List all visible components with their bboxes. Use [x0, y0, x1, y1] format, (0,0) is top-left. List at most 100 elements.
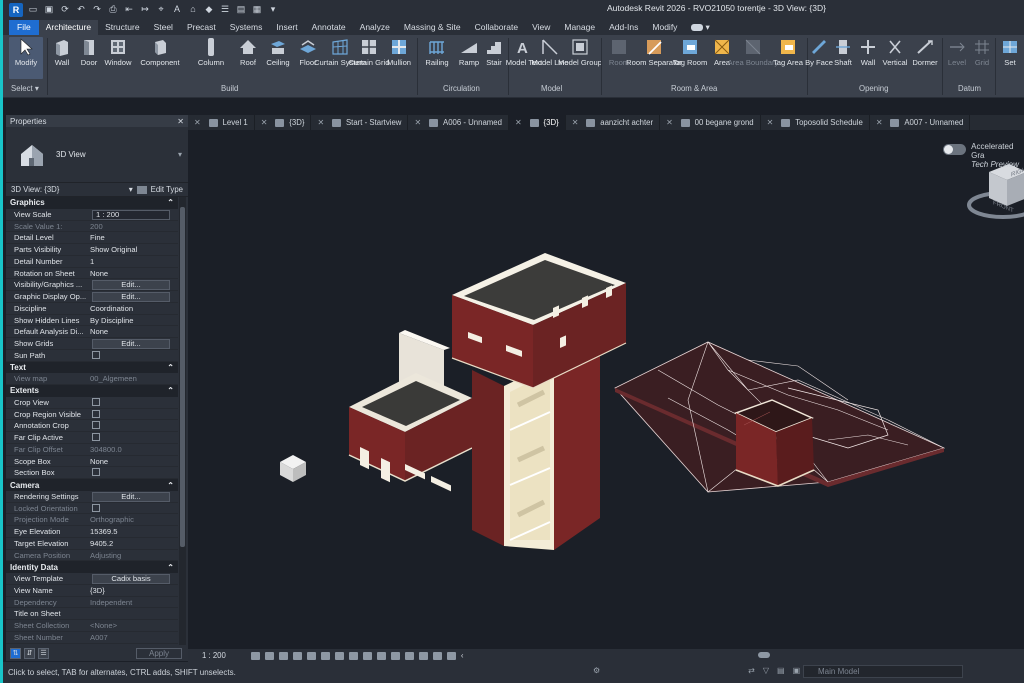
filter-count-icon[interactable]: ▽ [763, 666, 769, 675]
property-value[interactable]: None [86, 456, 178, 467]
tab-insert[interactable]: Insert [269, 20, 304, 35]
visual-style-icon[interactable] [264, 651, 274, 660]
close-icon[interactable]: ✕ [767, 118, 774, 127]
property-value[interactable] [86, 409, 178, 420]
save-icon[interactable]: ▣ [43, 4, 55, 15]
close-icon[interactable]: ✕ [515, 118, 522, 127]
text-icon[interactable]: A [171, 4, 183, 15]
edit-button[interactable]: Edit... [92, 339, 170, 349]
column-button[interactable]: Column [194, 37, 228, 67]
property-value[interactable] [86, 467, 178, 478]
press-drag-icon[interactable]: ⇄ [748, 666, 755, 675]
section-header[interactable]: Identity Data ⌃ [6, 561, 178, 574]
sync-icon[interactable]: ⟳ [59, 4, 71, 15]
tab-steel[interactable]: Steel [147, 20, 180, 35]
property-value[interactable]: 1 [86, 256, 178, 267]
viewcube[interactable]: FRONT RIGHT [963, 160, 1024, 230]
dimension-icon[interactable]: ↦ [139, 4, 151, 15]
property-value[interactable]: 304800.0 [86, 444, 178, 455]
property-row[interactable]: View Scale 1 : 200 [6, 209, 178, 221]
worksharing-display-icon[interactable] [390, 651, 400, 660]
property-row[interactable]: Graphic Display Op... Edit... [6, 291, 178, 303]
scrollbar-thumb[interactable] [180, 207, 185, 547]
property-value[interactable] [86, 503, 178, 514]
property-row[interactable]: Section Box [6, 467, 178, 480]
view-tab[interactable]: ✕ Toposolid Schedule [761, 115, 870, 130]
property-row[interactable]: Title on Sheet [6, 608, 178, 621]
property-value[interactable]: None [86, 268, 178, 279]
tag-room-button[interactable]: Tag Room [673, 37, 707, 67]
customize-dropdown-icon[interactable]: ▾ [267, 4, 279, 15]
close-icon[interactable]: ✕ [194, 118, 201, 127]
property-row[interactable]: Sheet Collection <None> [6, 620, 178, 632]
property-value[interactable]: By Discipline [86, 315, 178, 326]
measure-icon[interactable]: ⇤ [123, 4, 135, 15]
checkbox[interactable] [92, 421, 100, 430]
property-value[interactable]: 200 [86, 221, 178, 232]
sort-icon[interactable]: ⇵ [24, 647, 35, 659]
view-tab[interactable]: ✕ Start - Startview [311, 115, 409, 130]
low-wing[interactable] [348, 373, 473, 492]
property-value[interactable]: Orthographic [86, 514, 178, 525]
view-tab[interactable]: ✕ aanzicht achter [566, 115, 661, 130]
tag-area-button[interactable]: Tag Area [771, 37, 805, 67]
ribbon-minimize-toggle[interactable]: ▾ [684, 20, 716, 35]
property-value[interactable]: 9405.2 [86, 538, 178, 549]
instance-filter[interactable]: 3D View: {3D} ▾ Edit Type [6, 183, 188, 197]
temporary-hide-icon[interactable] [362, 651, 372, 660]
detail-level-icon[interactable] [250, 651, 260, 660]
property-row[interactable]: Camera Position Adjusting [6, 550, 178, 562]
3d-view-canvas[interactable]: FRONT RIGHT Accelerated Gra Tech Preview [188, 130, 1024, 649]
tab-analyze[interactable]: Analyze [353, 20, 397, 35]
property-row[interactable]: Rendering Settings Edit... [6, 491, 178, 503]
area-boundary-button[interactable]: Area Boundary [728, 37, 778, 67]
analytical-model-icon[interactable] [418, 651, 428, 660]
type-selector[interactable]: 3D View ▾ [6, 127, 188, 183]
property-row[interactable]: Detail Level Fine [6, 232, 178, 245]
section-header[interactable]: Camera ⌃ [6, 479, 178, 491]
property-row[interactable]: Scope Box None [6, 456, 178, 468]
modify-button[interactable]: Modify [9, 37, 43, 79]
small-white-cube[interactable] [280, 455, 306, 482]
checkbox[interactable] [92, 468, 100, 477]
close-icon[interactable]: ✕ [261, 118, 268, 127]
property-row[interactable]: Sheet Number A007 [6, 632, 178, 644]
property-row[interactable]: Annotation Crop [6, 420, 178, 433]
property-value[interactable]: Coordination [86, 303, 178, 314]
edit-button[interactable]: Cadix basis [92, 574, 170, 584]
property-value[interactable]: 00_Algemeen [86, 373, 178, 384]
close-icon[interactable]: ✕ [177, 117, 184, 126]
property-row[interactable]: View Name {3D} [6, 585, 178, 597]
property-value[interactable] [86, 350, 178, 361]
chevron-left-icon[interactable]: ‹ [461, 651, 464, 660]
property-value[interactable]: A007 [86, 632, 178, 643]
tab-collaborate[interactable]: Collaborate [468, 20, 525, 35]
scrollbar-thumb[interactable] [758, 652, 770, 658]
redo-icon[interactable]: ↷ [91, 4, 103, 15]
highlight-displacement-icon[interactable] [432, 651, 442, 660]
component-button[interactable]: Component [140, 37, 180, 67]
property-value[interactable]: None [86, 326, 178, 337]
checkbox[interactable] [92, 409, 100, 418]
property-row[interactable]: Crop Region Visible [6, 409, 178, 421]
section-icon[interactable]: ◆ [203, 4, 215, 15]
tab-massing-site[interactable]: Massing & Site [397, 20, 468, 35]
editable-only-icon[interactable]: ▣ [793, 666, 801, 675]
set-workplane-button[interactable]: Set [993, 37, 1024, 67]
room-separator-button[interactable]: Room Separator [626, 37, 682, 67]
tab-precast[interactable]: Precast [180, 20, 223, 35]
apply-button[interactable]: Apply [136, 647, 182, 659]
view-tab[interactable]: ✕ {3D} [255, 115, 312, 130]
property-value[interactable]: <None> [86, 620, 178, 631]
tab-view[interactable]: View [525, 20, 557, 35]
tab-annotate[interactable]: Annotate [305, 20, 353, 35]
property-row[interactable]: Eye Elevation 15369.5 [6, 526, 178, 538]
view-tab[interactable]: ✕ A007 - Unnamed [870, 115, 971, 130]
view-scale-control[interactable]: 1 : 200 [202, 651, 226, 660]
edit-button[interactable]: Edit... [92, 491, 170, 502]
property-value[interactable]: Fine [86, 232, 178, 243]
tab-add-ins[interactable]: Add-Ins [602, 20, 645, 35]
curtain-grid-button[interactable]: Curtain Grid [349, 37, 389, 67]
rendering-icon[interactable] [306, 651, 316, 660]
value-text[interactable]: 1 : 200 [92, 209, 170, 220]
